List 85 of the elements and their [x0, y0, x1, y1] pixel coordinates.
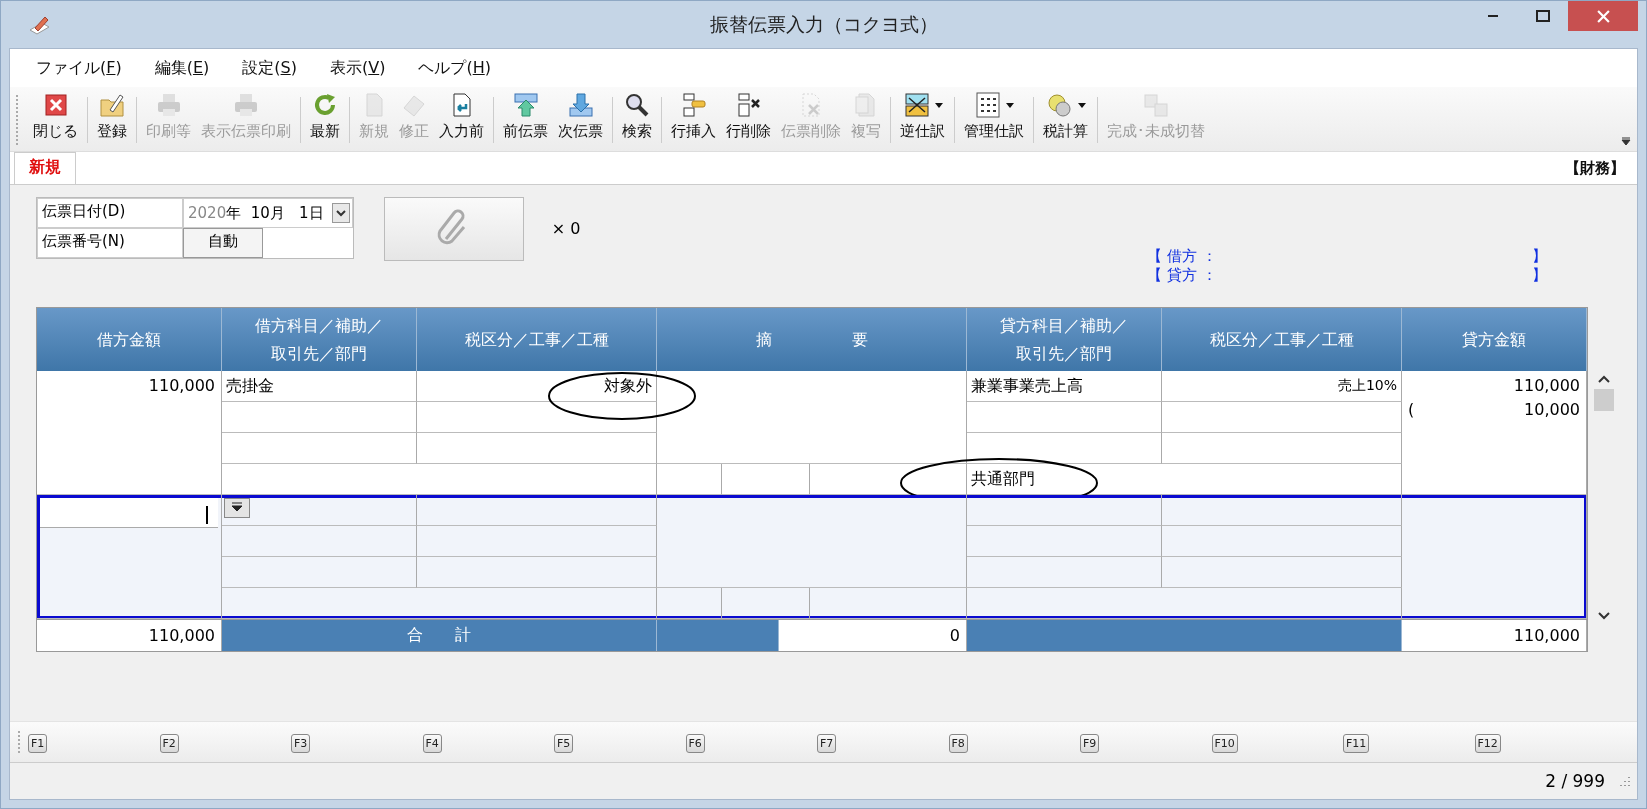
- scroll-down-icon[interactable]: [1598, 612, 1610, 620]
- printer-icon: [232, 92, 260, 118]
- table-cell: [657, 588, 722, 619]
- column-header: 摘 要: [657, 308, 967, 371]
- balance-bracket: 】: [1532, 247, 1547, 266]
- function-key[interactable]: F11: [1343, 733, 1370, 753]
- function-key[interactable]: F2: [159, 733, 179, 753]
- field-label: 伝票番号(N): [37, 228, 183, 258]
- department-label: 【財務】: [1565, 158, 1625, 178]
- function-key[interactable]: F1: [28, 733, 48, 753]
- mode-tab[interactable]: 新規: [14, 152, 76, 184]
- function-key[interactable]: F8: [948, 733, 968, 753]
- resize-grip-icon[interactable]: [1619, 775, 1631, 787]
- tax-category: 売上10%: [1337, 377, 1397, 395]
- menu-item[interactable]: 編集(E): [154, 57, 210, 79]
- dropdown-icon[interactable]: [224, 498, 250, 518]
- function-key[interactable]: F5: [554, 733, 574, 753]
- function-key[interactable]: F12: [1474, 733, 1501, 753]
- debit-amount: 110,000: [147, 375, 216, 395]
- toolbar-button[interactable]: 前伝票: [498, 89, 553, 151]
- function-key[interactable]: F9: [1080, 733, 1100, 753]
- balance-label: 【 借方 ：: [1147, 247, 1217, 266]
- page-counter: 2 / 999: [1545, 771, 1605, 791]
- folder-pencil-icon: [98, 92, 126, 118]
- toolbar-button[interactable]: 次伝票: [553, 89, 608, 151]
- toolbar-button[interactable]: 閉じる: [28, 89, 83, 151]
- toolbar-button[interactable]: 逆仕訳: [895, 89, 950, 151]
- dropdown-icon[interactable]: [331, 203, 350, 223]
- tax-amount: 10,000: [1524, 400, 1580, 419]
- swap-icon: [902, 92, 931, 118]
- column-header: 税区分／工事／工種: [417, 308, 657, 371]
- menu-item[interactable]: ヘルプ(H): [418, 57, 491, 79]
- column-header: 借方科目／補助／取引先／部門: [222, 308, 417, 371]
- scrollbar-thumb[interactable]: [1594, 389, 1614, 411]
- checklist-icon: [974, 92, 1002, 118]
- toolbar-button[interactable]: 検索: [617, 89, 657, 151]
- toolbar-button[interactable]: 管理仕訳: [959, 89, 1029, 151]
- total-label: 合 計: [222, 620, 657, 651]
- parenthesis: (: [1408, 400, 1415, 419]
- function-key[interactable]: F10: [1211, 733, 1238, 753]
- tax-category: 対象外: [604, 375, 652, 397]
- toolbar-button[interactable]: 行挿入: [666, 89, 721, 151]
- debit-account: 売掛金: [226, 375, 274, 397]
- column-header: 貸方科目／補助／取引先／部門: [967, 308, 1162, 371]
- date-field[interactable]: 2020年 10月 1日: [183, 198, 353, 228]
- menu-item[interactable]: 設定(S): [242, 57, 297, 79]
- caret-icon: [1006, 102, 1014, 108]
- search-icon: [623, 92, 651, 118]
- number-field[interactable]: 自動: [183, 228, 263, 258]
- column-header: 借方金額: [37, 308, 222, 371]
- caret-icon: [1077, 102, 1086, 108]
- function-key[interactable]: F7: [817, 733, 837, 753]
- caret-icon: [934, 102, 943, 108]
- function-key[interactable]: F3: [291, 733, 311, 753]
- function-key[interactable]: F6: [685, 733, 705, 753]
- balance-bracket: 】: [1532, 266, 1547, 285]
- close-button[interactable]: [1568, 1, 1638, 31]
- column-header: 税区分／工事／工種: [1162, 308, 1402, 371]
- journal-entry[interactable]: [37, 495, 1587, 619]
- menu-item[interactable]: 表示(V): [329, 57, 386, 79]
- attachment-count: × 0: [551, 219, 581, 238]
- coins-icon: [1045, 92, 1074, 118]
- up-arrow-icon: [511, 92, 540, 118]
- close-icon: [1596, 9, 1610, 23]
- credit-amount: 110,000: [1512, 375, 1581, 395]
- balance-label: 【 貸方 ：: [1147, 266, 1217, 285]
- toolbar-button[interactable]: 行削除: [721, 89, 776, 151]
- menu-item[interactable]: ファイル(F): [36, 57, 122, 79]
- toolbar-button[interactable]: 登録: [92, 89, 132, 151]
- window-title: 振替伝票入力（コクヨ式）: [709, 11, 938, 37]
- field-label: 伝票日付(D): [37, 198, 183, 228]
- credit-account: 兼業事業売上高: [971, 375, 1083, 397]
- function-key[interactable]: F4: [422, 733, 442, 753]
- department-name: 共通部門: [971, 468, 1035, 490]
- toolbar-button[interactable]: 最新: [305, 89, 345, 151]
- toolbar-button[interactable]: 入力前: [434, 89, 489, 151]
- overflow-icon[interactable]: [1621, 137, 1631, 147]
- amount-input[interactable]: [40, 498, 218, 528]
- scroll-up-icon[interactable]: [1598, 375, 1610, 383]
- maximize-icon: [1536, 10, 1550, 22]
- down-arrow-icon: [566, 92, 595, 118]
- minimize-icon: [1488, 15, 1498, 17]
- toolbar-button[interactable]: 税計算: [1038, 89, 1093, 151]
- column-header: 貸方金額: [1402, 308, 1587, 371]
- text-cursor: [206, 506, 208, 524]
